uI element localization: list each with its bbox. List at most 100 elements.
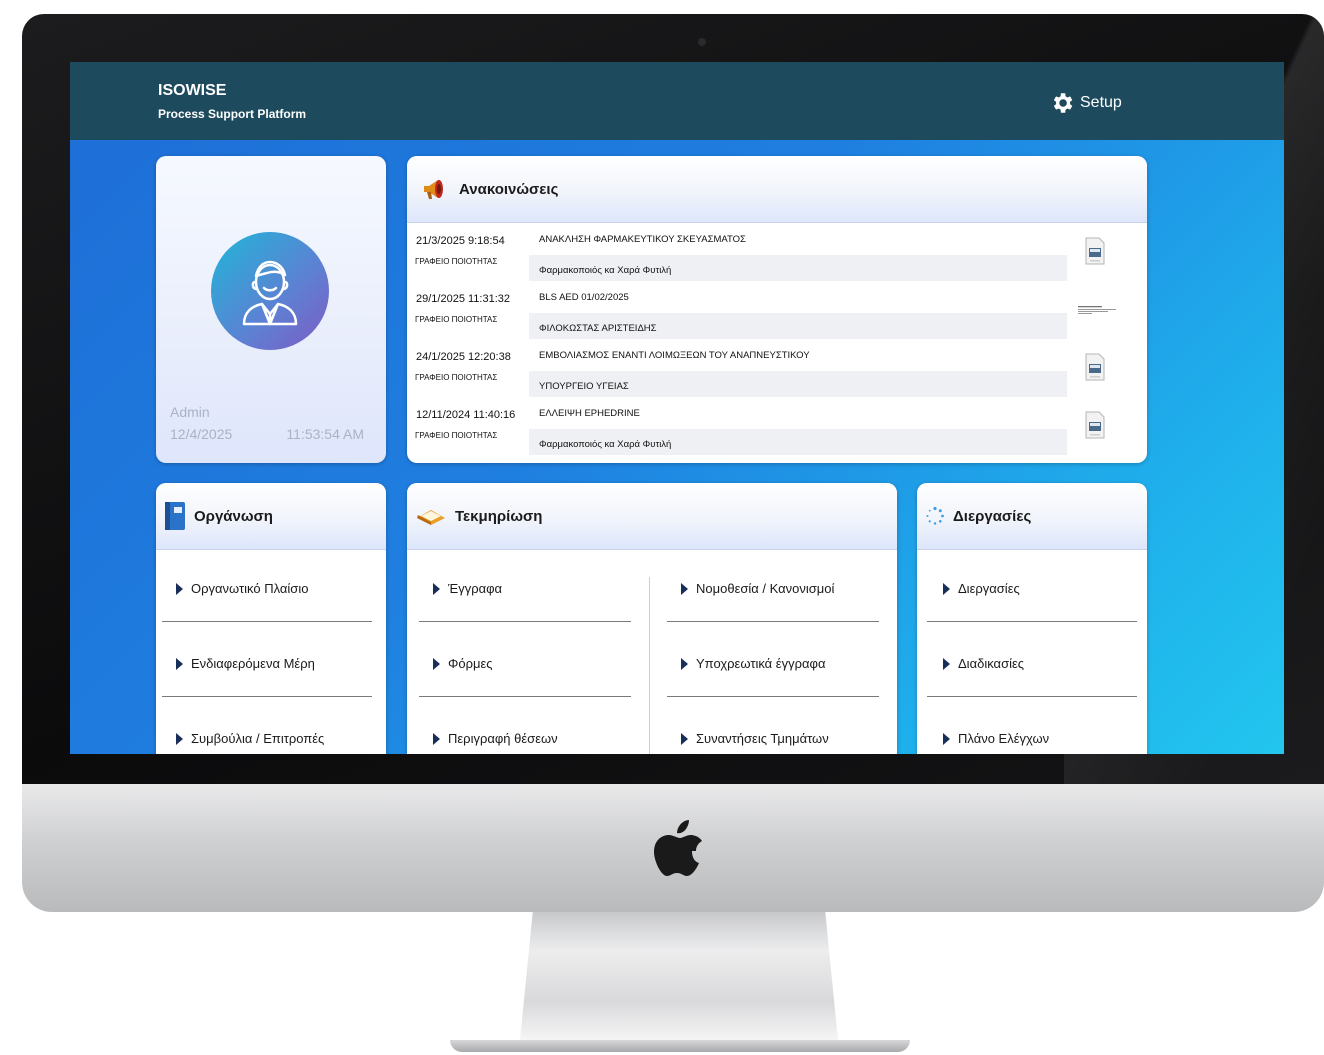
divider bbox=[162, 621, 372, 622]
gear-icon bbox=[1053, 93, 1073, 113]
menu-item-label: Διαδικασίες bbox=[958, 656, 1025, 671]
menu-item-label: Υποχρεωτικά έγγραφα bbox=[696, 656, 826, 671]
menu-item-committees[interactable]: Συμβούλια / Επιτροπές bbox=[176, 731, 324, 746]
menu-item-label: Περιγραφή θέσεων bbox=[448, 731, 558, 746]
caret-right-icon bbox=[176, 582, 183, 595]
loading-spinner-icon bbox=[926, 506, 944, 525]
app-screen: ISOWISE Process Support Platform Setup A… bbox=[70, 62, 1284, 754]
divider bbox=[927, 696, 1137, 697]
organization-card: Οργάνωση Οργανωτικό Πλαίσιο Ενδιαφερόμεν… bbox=[156, 483, 386, 754]
document-thumbnail-icon[interactable] bbox=[1077, 301, 1117, 319]
setup-button[interactable]: Setup bbox=[1049, 90, 1122, 116]
caret-right-icon bbox=[943, 732, 950, 745]
profile-time: 11:53:54 AM bbox=[286, 426, 364, 442]
processes-title: Διεργασίες bbox=[953, 507, 1032, 525]
brand-title: ISOWISE bbox=[158, 82, 227, 99]
caret-right-icon bbox=[176, 732, 183, 745]
column-divider bbox=[649, 577, 650, 754]
organization-header: Οργάνωση bbox=[156, 483, 386, 550]
announcements-title: Ανακοινώσεις bbox=[459, 180, 559, 198]
menu-item-label: Οργανωτικό Πλαίσιο bbox=[191, 581, 309, 596]
announcements-list: 21/3/2025 9:18:54 ΓΡΑΦΕΙΟ ΠΟΙΟΤΗΤΑΣ ΑΝΑΚ… bbox=[411, 229, 1117, 461]
announcement-author: ΥΠΟΥΡΓΕΙΟ ΥΓΕΙΑΣ bbox=[529, 371, 1067, 397]
menu-item-department-meetings[interactable]: Συναντήσεις Τμημάτων bbox=[681, 731, 829, 746]
monitor-stand bbox=[520, 912, 838, 1040]
menu-item-label: Ενδιαφερόμενα Μέρη bbox=[191, 656, 315, 671]
documentation-title: Τεκμηρίωση bbox=[455, 507, 543, 525]
apple-logo-icon bbox=[654, 820, 702, 876]
menu-item-forms[interactable]: Φόρμες bbox=[433, 656, 493, 671]
brand-subtitle: Process Support Platform bbox=[158, 107, 307, 121]
caret-right-icon bbox=[943, 657, 950, 670]
caret-right-icon bbox=[943, 582, 950, 595]
caret-right-icon bbox=[433, 582, 440, 595]
setup-label: Setup bbox=[1080, 94, 1122, 111]
menu-item-label: Συμβούλια / Επιτροπές bbox=[191, 731, 325, 746]
processes-header: Διεργασίες bbox=[917, 483, 1147, 550]
caret-right-icon bbox=[433, 657, 440, 670]
caret-right-icon bbox=[681, 657, 688, 670]
user-avatar-icon bbox=[242, 260, 298, 326]
menu-item-label: Συναντήσεις Τμημάτων bbox=[696, 731, 829, 746]
menu-item-organizational-framework[interactable]: Οργανωτικό Πλαίσιο bbox=[176, 581, 308, 596]
processes-card: Διεργασίες Διεργασίες Διαδικασίες Πλάνο … bbox=[917, 483, 1147, 754]
menu-item-label: Φόρμες bbox=[448, 656, 493, 671]
menu-item-procedures[interactable]: Διαδικασίες bbox=[943, 656, 1024, 671]
list-item[interactable]: 29/1/2025 11:31:32 ΓΡΑΦΕΙΟ ΠΟΙΟΤΗΤΑΣ BLS… bbox=[411, 287, 1117, 345]
menu-item-legislation[interactable]: Νομοθεσία / Κανονισμοί bbox=[681, 581, 834, 596]
announcement-title[interactable]: ΕΜΒΟΛΙΑΣΜΟΣ ΕΝΑΝΤΙ ΛΟΙΜΩΞΕΩΝ ΤΟΥ ΑΝΑΠΝΕΥ… bbox=[529, 345, 1067, 367]
profile-user-name: Admin bbox=[170, 404, 210, 420]
menu-item-documents[interactable]: Έγγραφα bbox=[433, 581, 502, 596]
menu-item-audit-plan[interactable]: Πλάνο Ελέγχων bbox=[943, 731, 1049, 746]
megaphone-icon bbox=[424, 180, 443, 199]
monitor-foot bbox=[450, 1040, 910, 1052]
divider bbox=[419, 621, 631, 622]
announcement-author: Φαρμακοποιός κα Χαρά Φυτιλή bbox=[529, 429, 1067, 455]
menu-item-mandatory-documents[interactable]: Υποχρεωτικά έγγραφα bbox=[681, 656, 825, 671]
divider bbox=[667, 696, 879, 697]
book-icon bbox=[417, 510, 445, 525]
pdf-icon[interactable] bbox=[1085, 237, 1105, 265]
binder-icon bbox=[165, 502, 185, 530]
pdf-icon[interactable] bbox=[1085, 353, 1105, 381]
menu-item-label: Διεργασίες bbox=[958, 581, 1020, 596]
announcements-header: Ανακοινώσεις bbox=[407, 156, 1147, 223]
menu-item-job-descriptions[interactable]: Περιγραφή θέσεων bbox=[433, 731, 558, 746]
caret-right-icon bbox=[681, 732, 688, 745]
profile-date: 12/4/2025 bbox=[170, 426, 233, 442]
announcement-office: ΓΡΑΦΕΙΟ ΠΟΙΟΤΗΤΑΣ bbox=[415, 315, 498, 324]
announcement-author: Φαρμακοποιός κα Χαρά Φυτιλή bbox=[529, 255, 1067, 281]
menu-item-processes[interactable]: Διεργασίες bbox=[943, 581, 1020, 596]
documentation-card: Τεκμηρίωση Έγγραφα Φόρμες Περιγραφή θέσε… bbox=[407, 483, 897, 754]
caret-right-icon bbox=[176, 657, 183, 670]
announcement-office: ΓΡΑΦΕΙΟ ΠΟΙΟΤΗΤΑΣ bbox=[415, 373, 498, 382]
announcement-title[interactable]: ΕΛΛΕΙΨΗ EPHEDRINE bbox=[529, 403, 1067, 425]
caret-right-icon bbox=[681, 582, 688, 595]
menu-item-label: Νομοθεσία / Κανονισμοί bbox=[696, 581, 835, 596]
menu-item-label: Πλάνο Ελέγχων bbox=[958, 731, 1050, 746]
camera-dot bbox=[698, 38, 706, 46]
pdf-icon[interactable] bbox=[1085, 411, 1105, 439]
list-item[interactable]: 21/3/2025 9:18:54 ΓΡΑΦΕΙΟ ΠΟΙΟΤΗΤΑΣ ΑΝΑΚ… bbox=[411, 229, 1111, 287]
documentation-header: Τεκμηρίωση bbox=[407, 483, 897, 550]
divider bbox=[667, 621, 879, 622]
announcement-date: 21/3/2025 9:18:54 bbox=[416, 235, 505, 247]
announcement-title[interactable]: BLS AED 01/02/2025 bbox=[529, 287, 1067, 309]
announcement-date: 12/11/2024 11:40:16 bbox=[416, 409, 516, 421]
announcement-title[interactable]: ΑΝΑΚΛΗΣΗ ΦΑΡΜΑΚΕΥΤΙΚΟΥ ΣΚΕΥΑΣΜΑΤΟΣ bbox=[529, 229, 1067, 251]
announcements-card: Ανακοινώσεις 21/3/2025 9:18:54 ΓΡΑΦΕΙΟ Π… bbox=[407, 156, 1147, 463]
top-bar: ISOWISE Process Support Platform Setup bbox=[70, 62, 1284, 140]
announcement-date: 24/1/2025 12:20:38 bbox=[416, 351, 511, 363]
list-item[interactable]: 12/11/2024 11:40:16 ΓΡΑΦΕΙΟ ΠΟΙΟΤΗΤΑΣ ΕΛ… bbox=[411, 403, 1111, 461]
caret-right-icon bbox=[433, 732, 440, 745]
avatar bbox=[211, 232, 329, 350]
profile-card: Admin 12/4/2025 11:53:54 AM bbox=[156, 156, 386, 463]
menu-item-label: Έγγραφα bbox=[448, 581, 503, 596]
announcement-author: ΦΙΛΟΚΩΣΤΑΣ ΑΡΙΣΤΕΙΔΗΣ bbox=[529, 313, 1067, 339]
announcement-office: ΓΡΑΦΕΙΟ ΠΟΙΟΤΗΤΑΣ bbox=[415, 431, 498, 440]
divider bbox=[162, 696, 372, 697]
divider bbox=[927, 621, 1137, 622]
divider bbox=[419, 696, 631, 697]
menu-item-stakeholders[interactable]: Ενδιαφερόμενα Μέρη bbox=[176, 656, 315, 671]
list-item[interactable]: 24/1/2025 12:20:38 ΓΡΑΦΕΙΟ ΠΟΙΟΤΗΤΑΣ ΕΜΒ… bbox=[411, 345, 1111, 403]
